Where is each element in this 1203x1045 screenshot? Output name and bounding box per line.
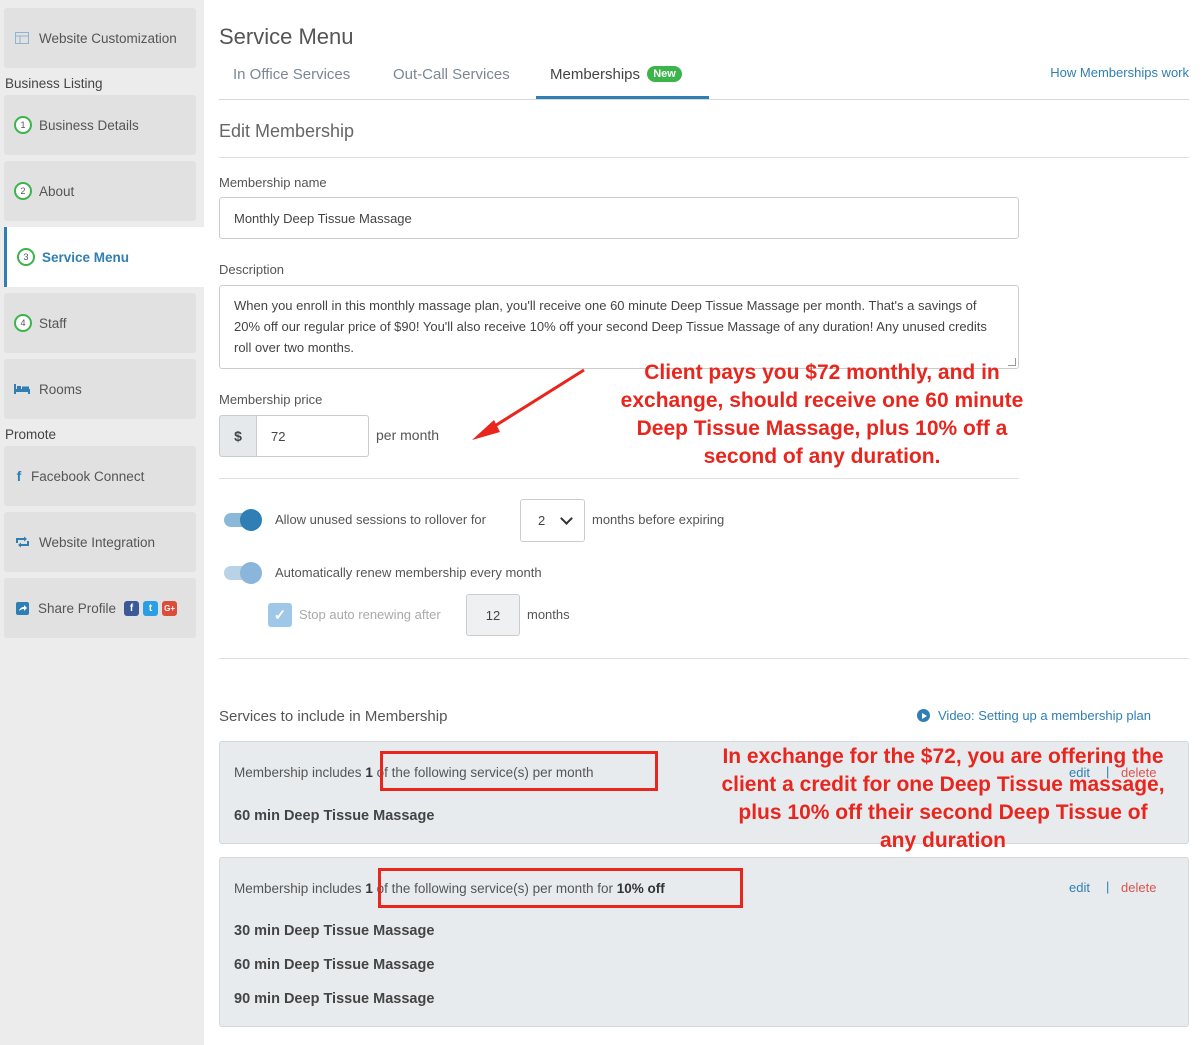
rollover-label: Allow unused sessions to rollover for (275, 512, 486, 527)
membership-price-label: Membership price (219, 392, 323, 407)
per-month-label: per month (376, 427, 440, 443)
share-icon (14, 601, 30, 615)
annotation-highlight-box (378, 868, 743, 908)
sidebar-item-staff[interactable]: 4 Staff (4, 293, 196, 353)
video-tutorial-link[interactable]: Video: Setting up a membership plan (917, 708, 1151, 723)
rollover-suffix: months before expiring (592, 512, 725, 527)
membership-name-input[interactable]: Monthly Deep Tissue Massage (219, 197, 1019, 239)
rollover-months-select[interactable]: 2 (520, 499, 585, 542)
page-title: Service Menu (219, 24, 354, 49)
sidebar-item-label: Share Profile (38, 600, 117, 616)
chevron-down-icon (560, 512, 573, 525)
rollover-months-value: 2 (538, 513, 546, 528)
sidebar-item-facebook-connect[interactable]: f Facebook Connect (4, 446, 196, 506)
step-number-badge: 4 (14, 314, 32, 332)
service-item: 60 min Deep Tissue Massage (234, 808, 435, 824)
divider (219, 157, 1189, 158)
play-icon (917, 709, 930, 722)
delete-link[interactable]: delete (1121, 880, 1156, 895)
service-item: 60 min Deep Tissue Massage (234, 957, 435, 973)
annotation-services-note: In exchange for the $72, you are offerin… (721, 745, 1165, 852)
sidebar-item-label: About (39, 183, 75, 199)
service-item: 90 min Deep Tissue Massage (234, 991, 435, 1007)
sidebar-item-label: Website Integration (39, 534, 156, 550)
sidebar-item-business-details[interactable]: 1 Business Details (4, 95, 196, 155)
twitter-share-icon[interactable]: t (143, 600, 159, 616)
new-badge: New (647, 66, 682, 82)
sidebar-section-business-listing: Business Listing (5, 76, 103, 91)
divider (219, 658, 1189, 659)
stop-auto-renew-label: Stop auto renewing after (299, 607, 441, 622)
edit-link[interactable]: edit (1069, 880, 1090, 895)
sidebar-item-label: Staff (39, 315, 67, 331)
stop-after-months-input[interactable]: 12 (466, 594, 520, 636)
service-item: 30 min Deep Tissue Massage (234, 923, 435, 939)
stop-after-suffix: months (527, 607, 570, 622)
divider (219, 478, 1019, 479)
auto-renew-label: Automatically renew membership every mon… (275, 565, 542, 580)
tab-label: Memberships (550, 66, 641, 83)
sidebar-item-label: Service Menu (42, 249, 130, 265)
checkmark-icon: ✓ (273, 607, 287, 624)
sidebar-section-promote: Promote (5, 427, 57, 442)
rule-count: 1 (365, 881, 373, 896)
stop-auto-renew-checkbox[interactable]: ✓ (268, 603, 292, 627)
step-number-badge: 3 (17, 248, 35, 266)
sidebar-item-service-menu[interactable]: 3 Service Menu (4, 227, 204, 287)
description-label: Description (219, 262, 285, 277)
sidebar-item-label: Business Details (39, 117, 139, 133)
rule-prefix: Membership includes (234, 881, 362, 896)
tab-out-call-services[interactable]: Out-Call Services (393, 66, 510, 83)
rule-prefix: Membership includes (234, 765, 362, 780)
tab-in-office-services[interactable]: In Office Services (233, 66, 350, 83)
sidebar-item-label: Rooms (39, 381, 82, 397)
google-plus-share-icon[interactable]: G+ (162, 600, 178, 616)
price-input-group: $ 72 (219, 415, 369, 457)
auto-renew-toggle[interactable] (224, 562, 262, 584)
membership-name-label: Membership name (219, 175, 327, 190)
section-title: Edit Membership (219, 121, 355, 141)
sidebar: Website Customization Business Listing 1… (0, 0, 204, 1045)
toggle-knob (240, 562, 262, 584)
sidebar-item-website-integration[interactable]: Website Integration (4, 512, 196, 572)
currency-addon: $ (219, 415, 257, 457)
description-text: When you enroll in this monthly massage … (234, 298, 987, 355)
sidebar-item-website-customization[interactable]: Website Customization (4, 8, 196, 68)
description-textarea[interactable]: When you enroll in this monthly massage … (219, 285, 1019, 369)
rollover-toggle[interactable] (224, 509, 262, 531)
tab-bar: In Office Services Out-Call Services Mem… (219, 58, 1189, 100)
link-separator: | (1106, 879, 1110, 894)
bed-icon (14, 384, 30, 394)
active-tab-indicator (536, 96, 709, 99)
how-memberships-work-link[interactable]: How Memberships work (1050, 65, 1189, 80)
annotation-highlight-box (380, 751, 658, 791)
sidebar-item-label: Facebook Connect (31, 468, 145, 484)
annotation-arrow-icon (472, 368, 585, 440)
sync-icon (14, 536, 30, 548)
price-input[interactable]: 72 (257, 415, 369, 457)
facebook-icon: f (16, 468, 22, 484)
tab-memberships[interactable]: Memberships New (550, 66, 682, 83)
layout-icon (14, 32, 30, 44)
video-link-label: Video: Setting up a membership plan (938, 708, 1151, 723)
toggle-knob (240, 509, 262, 531)
sidebar-item-share-profile[interactable]: Share Profile f t G+ (4, 578, 196, 638)
step-number-badge: 2 (14, 182, 32, 200)
sidebar-item-label: Website Customization (39, 30, 177, 46)
rule-count: 1 (365, 765, 373, 780)
sidebar-item-about[interactable]: 2 About (4, 161, 196, 221)
services-section-title: Services to include in Membership (219, 708, 448, 725)
sidebar-item-rooms[interactable]: Rooms (4, 359, 196, 419)
step-number-badge: 1 (14, 116, 32, 134)
facebook-share-icon[interactable]: f (124, 600, 140, 616)
annotation-price-note: Client pays you $72 monthly, and in exch… (620, 361, 1024, 468)
